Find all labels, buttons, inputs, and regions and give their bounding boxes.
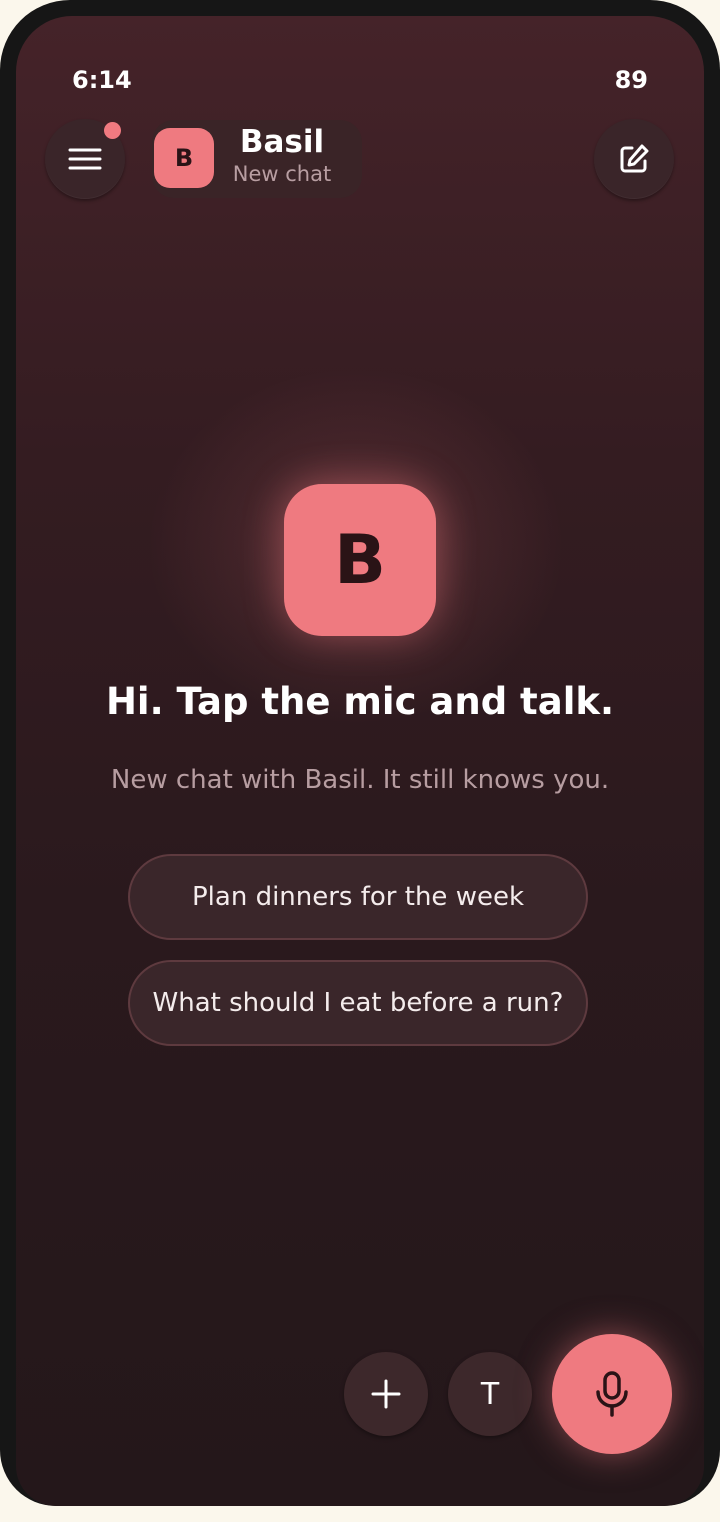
- hero-avatar: B: [284, 484, 436, 636]
- app-screen: 6:14 89 B Basil New chat B Hi. Tap the m…: [16, 16, 704, 1506]
- notification-dot: [104, 122, 121, 139]
- plus-icon: [371, 1379, 401, 1409]
- attach-button[interactable]: [344, 1352, 428, 1436]
- mic-icon: [596, 1371, 628, 1417]
- new-chat-button[interactable]: [594, 119, 674, 199]
- mic-button[interactable]: [552, 1334, 672, 1454]
- assistant-name: Basil: [239, 124, 325, 160]
- suggestion-chip[interactable]: Plan dinners for the week: [128, 854, 588, 940]
- status-time: 6:14: [72, 66, 132, 94]
- greeting-subtitle: New chat with Basil. It still knows you.: [110, 765, 610, 795]
- suggestion-chip[interactable]: What should I eat before a run?: [128, 960, 588, 1046]
- phone-frame: 6:14 89 B Basil New chat B Hi. Tap the m…: [0, 0, 720, 1506]
- text-input-button[interactable]: T: [448, 1352, 532, 1436]
- edit-icon: [620, 144, 649, 173]
- greeting-title: Hi. Tap the mic and talk.: [105, 680, 615, 723]
- menu-icon: [68, 148, 102, 170]
- assistant-avatar: B: [154, 128, 214, 188]
- status-battery: 89: [614, 66, 648, 94]
- chat-subtitle: New chat: [232, 162, 332, 186]
